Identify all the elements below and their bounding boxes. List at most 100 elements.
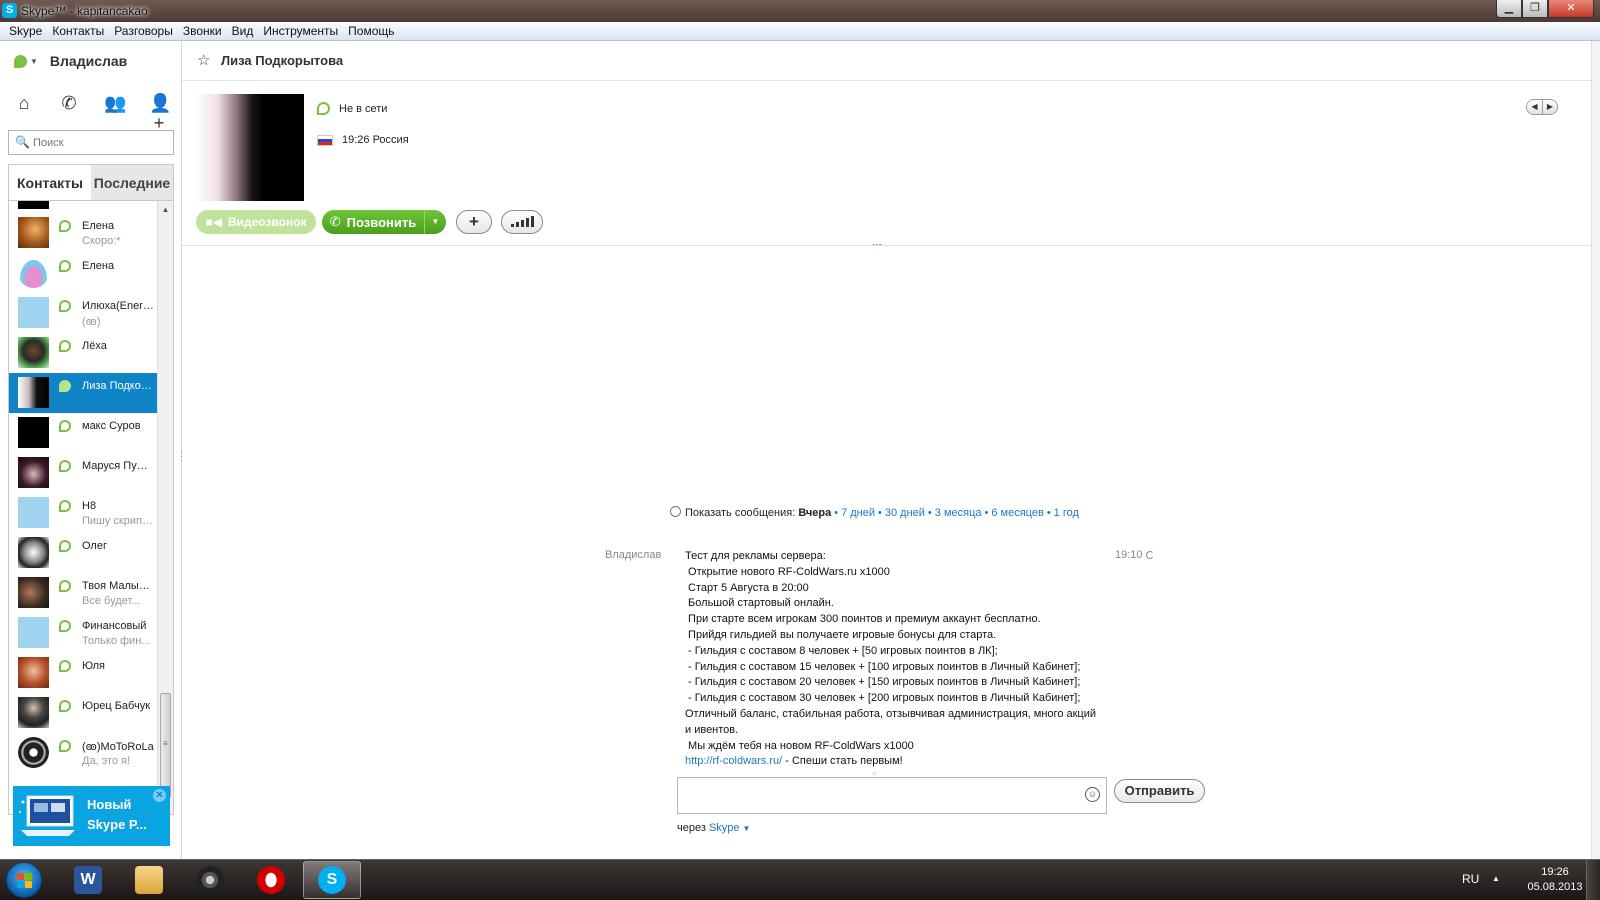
skype-icon: S — [318, 866, 346, 894]
scroll-thumb[interactable]: ≡ — [160, 693, 171, 798]
close-button[interactable]: ✕ — [1548, 0, 1594, 18]
opera-icon — [257, 866, 285, 894]
contact-item[interactable]: (ꙭ)MoToRoLa Да, это я! — [9, 733, 158, 773]
minimize-button[interactable]: ▁ — [1496, 0, 1522, 18]
window-controls: ▁ ❐ ✕ — [1496, 0, 1594, 18]
show-desktop-button[interactable] — [1586, 860, 1600, 900]
search-input[interactable] — [33, 134, 171, 151]
contact-item[interactable]: Юля — [9, 653, 158, 693]
online-status-icon[interactable] — [14, 54, 27, 68]
call-button-group: ✆ Позвонить ▼ — [322, 210, 446, 234]
contact-tabs: Контакты Последние — [8, 164, 174, 201]
contact-item[interactable]: Елена Скоро:* — [9, 213, 158, 253]
phone-icon[interactable]: ✆ — [59, 93, 79, 113]
menu-calls[interactable]: Звонки — [178, 24, 227, 38]
favorite-star-icon[interactable]: ☆ — [197, 51, 210, 69]
contact-item[interactable]: Юрец Бабчук — [9, 693, 158, 733]
contact-item[interactable]: Лёха — [9, 333, 158, 373]
system-clock[interactable]: 19:26 05.08.2013 — [1525, 865, 1585, 895]
profile-nav: ◀ ▶ — [1526, 99, 1558, 115]
promo-close-icon[interactable]: ✕ — [153, 789, 166, 802]
send-button[interactable]: Отправить — [1114, 779, 1205, 803]
history-current: Вчера — [798, 507, 832, 519]
arrow-right-icon[interactable]: ▶ — [1542, 100, 1557, 114]
menu-skype[interactable]: Skype — [4, 24, 47, 38]
tray-expand-icon[interactable]: ▲ — [1492, 874, 1500, 883]
send-via-selector[interactable]: Skype — [709, 822, 740, 834]
contact-item[interactable]: Олег — [9, 533, 158, 573]
contact-name: (ꙭ)MoToRoLa — [82, 741, 154, 753]
nav-toolbar: ⌂ ✆ 👥 👤+ — [14, 93, 172, 133]
contact-item[interactable]: Н8 Пишу скрипты — [9, 493, 158, 533]
scroll-up-icon[interactable]: ▲ — [158, 203, 173, 217]
chevron-down-icon[interactable]: ▼ — [743, 824, 751, 833]
message-body: Тест для рекламы сервера: Открытие новог… — [685, 550, 1097, 768]
add-to-conversation-button[interactable]: + — [456, 210, 492, 234]
avatar — [18, 657, 49, 688]
taskbar-word[interactable]: W — [59, 861, 117, 899]
promo-banner[interactable]: Новый Skype P... ✕ — [13, 786, 170, 846]
steam-icon — [196, 866, 224, 894]
message-input[interactable] — [682, 779, 1080, 812]
word-icon: W — [74, 866, 102, 894]
avatar — [18, 297, 49, 328]
contact-name: Маруся Пушкина — [82, 460, 154, 472]
home-icon[interactable]: ⌂ — [14, 93, 34, 113]
message-composer: ☺ — [677, 777, 1107, 814]
call-button[interactable]: ✆ Позвонить — [322, 210, 424, 234]
contact-profile-photo[interactable] — [196, 94, 304, 201]
menu-view[interactable]: Вид — [227, 24, 259, 38]
conversation-title: Лиза Подкорытова — [221, 53, 344, 68]
contact-item[interactable]: макс Суров — [9, 413, 158, 453]
menu-help[interactable]: Помощь — [343, 24, 399, 38]
contact-list-scrollbar[interactable]: ▲ ≡ ▼ — [157, 201, 173, 814]
message-link[interactable]: http://rf-coldwars.ru/ — [685, 755, 782, 767]
video-call-button[interactable]: ■◀ Видеозвонок — [196, 210, 316, 234]
message-sender: Владислав — [605, 549, 662, 561]
conversation-scrollbar[interactable] — [1591, 41, 1600, 859]
add-contact-icon[interactable]: 👤+ — [149, 93, 171, 133]
user-name[interactable]: Владислав — [50, 53, 127, 69]
contact-item[interactable]: Елена — [9, 253, 158, 293]
history-7-days[interactable]: 7 дней — [841, 507, 875, 519]
contact-item[interactable]: Финансовый Только фин... — [9, 613, 158, 653]
taskbar-opera[interactable] — [242, 861, 300, 899]
contact-name: Н8 — [82, 500, 97, 512]
user-status[interactable]: ▼ Владислав — [14, 53, 127, 69]
contact-item[interactable]: Илюха(Energy) (ꙭ) — [9, 293, 158, 333]
avatar — [18, 417, 49, 448]
explorer-icon — [135, 866, 163, 894]
history-1-year[interactable]: 1 год — [1054, 507, 1079, 519]
start-button[interactable] — [6, 862, 42, 898]
history-30-days[interactable]: 30 дней — [885, 507, 925, 519]
contact-item[interactable]: Твоя Малышка Все будет... — [9, 573, 158, 613]
menu-contacts[interactable]: Контакты — [47, 24, 109, 38]
header-resize-handle[interactable]: ... — [872, 235, 882, 249]
chevron-down-icon[interactable]: ▼ — [30, 57, 38, 66]
call-options-dropdown[interactable]: ▼ — [424, 210, 446, 234]
emoticon-icon[interactable]: ☺ — [1085, 787, 1100, 802]
group-icon[interactable]: 👥 — [104, 93, 126, 113]
history-3-months[interactable]: 3 месяца — [935, 507, 982, 519]
offline-status-icon — [59, 540, 71, 552]
offline-status-icon — [59, 340, 71, 352]
taskbar: W S RU ▲ 19:26 05.08.2013 — [0, 859, 1600, 900]
arrow-left-icon[interactable]: ◀ — [1527, 100, 1542, 114]
tab-recent[interactable]: Последние — [91, 165, 173, 200]
taskbar-steam[interactable] — [181, 861, 239, 899]
contact-item-selected[interactable]: Лиза Подкорытова — [9, 373, 158, 413]
taskbar-explorer[interactable] — [120, 861, 178, 899]
taskbar-skype[interactable]: S — [303, 861, 361, 899]
avatar — [18, 497, 49, 528]
contact-status: Не в сети — [317, 102, 387, 115]
call-quality-button[interactable] — [501, 210, 543, 234]
keyboard-language[interactable]: RU — [1462, 872, 1479, 886]
contact-mood: Скоро:* — [82, 235, 121, 247]
contact-item[interactable]: Маруся Пушкина — [9, 453, 158, 493]
history-6-months[interactable]: 6 месяцев — [991, 507, 1043, 519]
tab-contacts[interactable]: Контакты — [9, 165, 91, 200]
menu-tools[interactable]: Инструменты — [258, 24, 343, 38]
maximize-button[interactable]: ❐ — [1522, 0, 1548, 18]
menu-conversations[interactable]: Разговоры — [109, 24, 178, 38]
offline-status-icon — [59, 260, 71, 272]
